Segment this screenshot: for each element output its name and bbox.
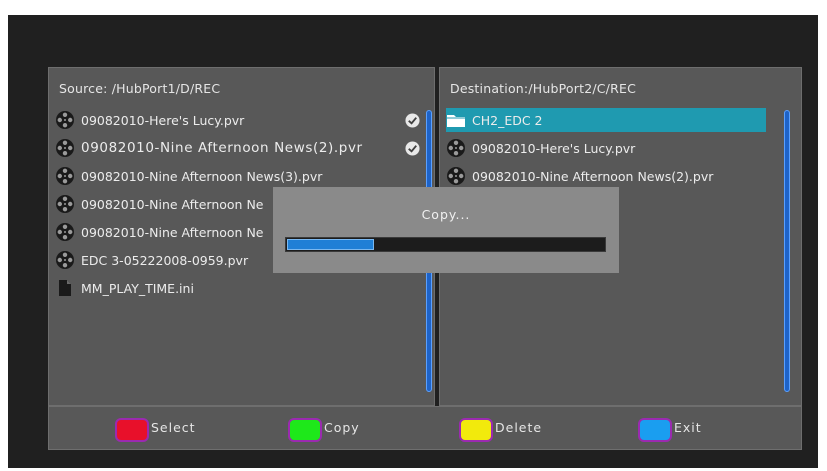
copy-progress-dialog: Copy... <box>273 187 619 273</box>
progress-bar <box>285 237 606 252</box>
exit-label: Exit <box>674 419 702 435</box>
delete-label: Delete <box>495 419 543 435</box>
select-label: Select <box>151 419 196 435</box>
action-bar: Select Copy Delete Exit <box>48 406 802 450</box>
blue-key-icon <box>638 418 672 442</box>
film-reel-icon <box>56 111 74 129</box>
file-name: MM_PLAY_TIME.ini <box>81 280 194 296</box>
film-reel-icon <box>56 195 74 213</box>
film-reel-icon <box>447 167 465 185</box>
progress-fill <box>287 239 375 250</box>
file-name: 09082010-Nine Afternoon News(2).pvr <box>81 140 363 156</box>
file-name: CH2_EDC 2 <box>472 112 543 128</box>
source-file-0[interactable]: 09082010-Here's Lucy.pvr <box>55 108 435 132</box>
destination-file-2[interactable]: 09082010-Nine Afternoon News(2).pvr <box>446 164 766 188</box>
source-file-1[interactable]: 09082010-Nine Afternoon News(2).pvr <box>55 136 435 160</box>
folder-icon <box>447 115 465 127</box>
destination-folder-selected[interactable]: CH2_EDC 2 <box>446 108 766 132</box>
destination-scrollbar[interactable] <box>784 110 790 392</box>
tv-screen: Source: /HubPort1/D/REC 09082010-Here's … <box>8 15 818 468</box>
destination-file-1[interactable]: 09082010-Here's Lucy.pvr <box>446 136 766 160</box>
copy-label: Copy <box>324 419 360 435</box>
checkmark-icon <box>405 113 420 128</box>
dialog-title: Copy... <box>421 207 471 222</box>
film-reel-icon <box>56 139 74 157</box>
delete-button[interactable]: Delete <box>459 417 542 443</box>
checkmark-icon <box>405 141 420 156</box>
file-name: EDC 3-05222008-0959.pvr <box>81 252 249 268</box>
source-file-6[interactable]: MM_PLAY_TIME.ini <box>55 276 435 300</box>
select-button[interactable]: Select <box>115 417 196 443</box>
file-name: 09082010-Nine Afternoon Ne <box>81 224 264 240</box>
copy-button[interactable]: Copy <box>288 417 360 443</box>
film-reel-icon <box>56 223 74 241</box>
source-file-2[interactable]: 09082010-Nine Afternoon News(3).pvr <box>55 164 435 188</box>
green-key-icon <box>288 418 322 442</box>
destination-path: Destination:/HubPort2/C/REC <box>450 81 637 96</box>
document-icon <box>59 280 71 296</box>
film-reel-icon <box>447 139 465 157</box>
file-name: 09082010-Nine Afternoon Ne <box>81 196 264 212</box>
source-path: Source: /HubPort1/D/REC <box>59 81 221 96</box>
film-reel-icon <box>56 167 74 185</box>
yellow-key-icon <box>459 418 493 442</box>
file-name: 09082010-Here's Lucy.pvr <box>472 140 636 156</box>
file-name: 09082010-Nine Afternoon News(3).pvr <box>81 168 323 184</box>
file-name: 09082010-Nine Afternoon News(2).pvr <box>472 168 714 184</box>
exit-button[interactable]: Exit <box>638 417 702 443</box>
film-reel-icon <box>56 251 74 269</box>
red-key-icon <box>115 418 149 442</box>
file-name: 09082010-Here's Lucy.pvr <box>81 112 245 128</box>
